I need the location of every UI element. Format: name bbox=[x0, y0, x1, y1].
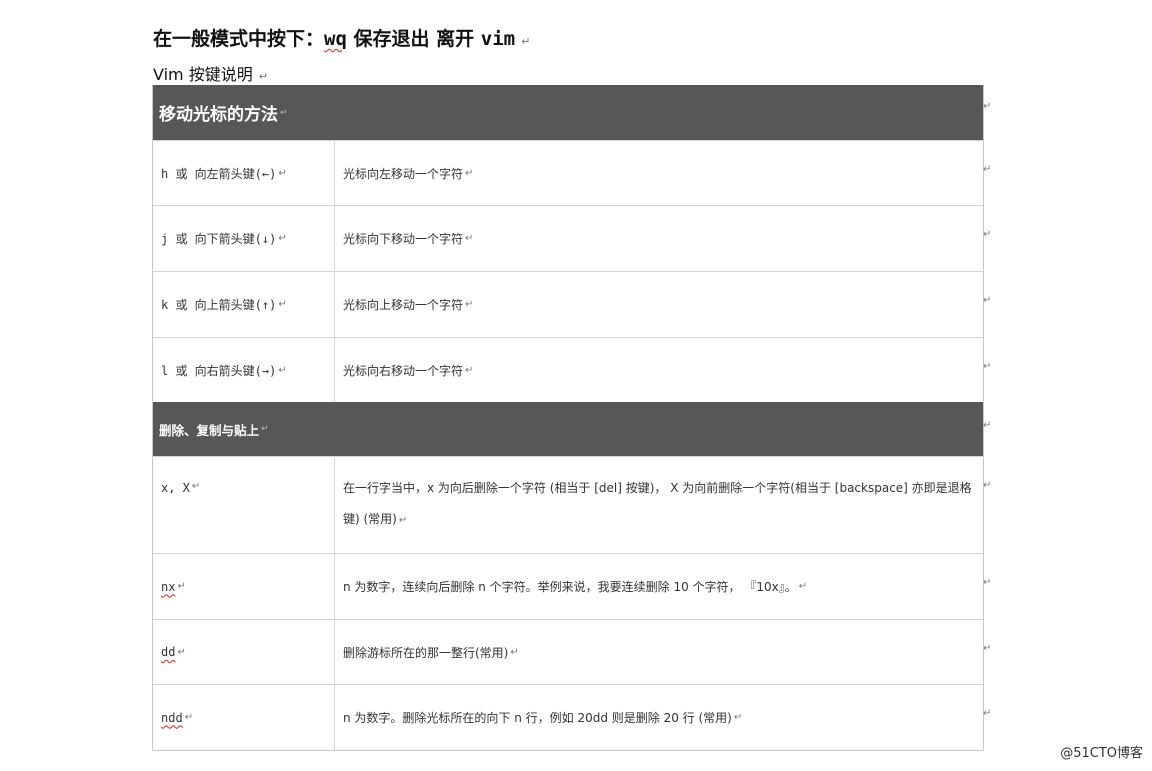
description-cell: 在一行字当中，x 为向后删除一个字符 (相当于 [del] 按键)， X 为向前… bbox=[335, 457, 983, 553]
key-cell: ndd ↵ bbox=[153, 685, 335, 750]
description-text: n 为数字，连续向后删除 n 个字符。举例来说，我要连续删除 10 个字符， 『… bbox=[343, 580, 797, 594]
section-title: 移动光标的方法 bbox=[159, 105, 278, 125]
paragraph-mark-icon: ↵ bbox=[733, 712, 743, 723]
table-row: nx ↵ n 为数字，连续向后删除 n 个字符。举例来说，我要连续删除 10 个字… bbox=[153, 553, 983, 619]
paragraph-mark-icon: ↵ bbox=[278, 167, 287, 179]
section-title: 删除、复制与贴上 bbox=[159, 422, 260, 438]
watermark: @51CTO博客 bbox=[1060, 746, 1143, 761]
key-text: j 或 向下箭头键(↓) bbox=[161, 232, 277, 246]
description-cell: n 为数字，连续向后删除 n 个字符。举例来说，我要连续删除 10 个字符， 『… bbox=[335, 554, 983, 619]
row-end-mark-icon: ↵ bbox=[983, 295, 992, 306]
description-text: 光标向左移动一个字符 bbox=[343, 166, 464, 181]
paragraph-mark-icon: ↵ bbox=[278, 233, 287, 244]
table-row: k 或 向上箭头键(↑) ↵ 光标向上移动一个字符 ↵ bbox=[153, 271, 983, 337]
paragraph-mark-icon: ↵ bbox=[510, 646, 519, 658]
description-text: 光标向右移动一个字符 bbox=[343, 363, 464, 378]
row-end-mark-icon: ↵ bbox=[983, 164, 992, 175]
paragraph-mark-icon: ↵ bbox=[278, 364, 287, 376]
heading-prefix: 在一般模式中按下： bbox=[153, 28, 325, 50]
heading-middle: 保存退出 离开 bbox=[346, 28, 481, 50]
paragraph-mark-icon: ↵ bbox=[261, 424, 269, 434]
section-header-delete-copy-paste: 删除、复制与贴上 ↵ bbox=[153, 402, 983, 456]
table-row: x, X ↵ 在一行字当中，x 为向后删除一个字符 (相当于 [del] 按键)，… bbox=[153, 456, 983, 553]
key-text: dd bbox=[161, 645, 176, 659]
key-text: k 或 向上箭头键(↑) bbox=[161, 298, 277, 312]
row-end-mark-icon: ↵ bbox=[983, 229, 992, 240]
key-cell: dd ↵ bbox=[153, 620, 335, 684]
description-cell: 光标向下移动一个字符 ↵ bbox=[335, 206, 983, 271]
description-text: 光标向上移动一个字符 bbox=[343, 298, 464, 312]
paragraph-mark-icon: ↵ bbox=[465, 233, 474, 244]
description-cell: 删除游标所在的那一整行(常用) ↵ bbox=[335, 620, 983, 684]
row-end-mark-icon: ↵ bbox=[983, 577, 992, 588]
document-subheading: Vim 按键说明 ↵ bbox=[153, 61, 268, 85]
key-text: ndd bbox=[161, 710, 183, 725]
heading-wq-command: wq bbox=[324, 28, 347, 50]
subheading-text: Vim 按键说明 bbox=[153, 65, 253, 84]
paragraph-mark-icon: ↵ bbox=[798, 581, 808, 592]
table-row: dd ↵ 删除游标所在的那一整行(常用) ↵ bbox=[153, 619, 983, 684]
key-cell: l 或 向右箭头键(→) ↵ bbox=[153, 338, 335, 402]
paragraph-mark-icon: ↵ bbox=[465, 299, 474, 310]
row-end-mark-icon: ↵ bbox=[983, 480, 992, 491]
key-cell: nx ↵ bbox=[153, 554, 335, 619]
table-row: l 或 向右箭头键(→) ↵ 光标向右移动一个字符 ↵ bbox=[153, 337, 983, 402]
heading-vim: vim bbox=[480, 28, 516, 50]
paragraph-mark-icon: ↵ bbox=[521, 35, 531, 48]
paragraph-mark-icon: ↵ bbox=[465, 167, 474, 179]
paragraph-mark-icon: ↵ bbox=[177, 581, 186, 592]
paragraph-mark-icon: ↵ bbox=[184, 712, 194, 723]
paragraph-mark-icon: ↵ bbox=[278, 299, 287, 310]
table-row: h 或 向左箭头键(←) ↵ 光标向左移动一个字符 ↵ bbox=[153, 140, 983, 205]
description-text: 在一行字当中，x 为向后删除一个字符 (相当于 [del] 按键)， X 为向前… bbox=[343, 481, 972, 526]
key-text: nx bbox=[161, 579, 176, 594]
table-row: j 或 向下箭头键(↓) ↵ 光标向下移动一个字符 ↵ bbox=[153, 205, 983, 271]
key-text: h 或 向左箭头键(←) bbox=[161, 166, 277, 181]
paragraph-mark-icon: ↵ bbox=[398, 515, 408, 526]
row-end-mark-icon: ↵ bbox=[983, 420, 992, 431]
paragraph-mark-icon: ↵ bbox=[191, 481, 201, 492]
description-cell: 光标向左移动一个字符 ↵ bbox=[335, 141, 983, 205]
key-cell: h 或 向左箭头键(←) ↵ bbox=[153, 141, 335, 205]
row-end-mark-icon: ↵ bbox=[983, 361, 992, 372]
key-text: x, X bbox=[161, 481, 190, 495]
description-text: 光标向下移动一个字符 bbox=[343, 232, 464, 246]
key-cell: x, X ↵ bbox=[153, 457, 335, 553]
paragraph-mark-icon: ↵ bbox=[177, 646, 186, 658]
row-end-mark-icon: ↵ bbox=[983, 708, 992, 719]
row-end-mark-icon: ↵ bbox=[983, 101, 992, 112]
document-heading: 在一般模式中按下：wq 保存退出 离开 vim ↵ bbox=[153, 24, 530, 51]
description-text: n 为数字。删除光标所在的向下 n 行，例如 20dd 则是删除 20 行 (常… bbox=[343, 711, 732, 725]
paragraph-mark-icon: ↵ bbox=[280, 107, 288, 118]
key-text: l 或 向右箭头键(→) bbox=[161, 363, 277, 378]
row-end-mark-icon: ↵ bbox=[983, 643, 992, 654]
paragraph-mark-icon: ↵ bbox=[258, 70, 268, 83]
paragraph-mark-icon: ↵ bbox=[465, 364, 474, 376]
section-header-cursor-movement: 移动光标的方法 ↵ bbox=[153, 85, 983, 140]
vim-keys-table: 移动光标的方法 ↵ h 或 向左箭头键(←) ↵ 光标向左移动一个字符 ↵ j 或 向… bbox=[152, 85, 984, 751]
table-row: ndd ↵ n 为数字。删除光标所在的向下 n 行，例如 20dd 则是删除 20… bbox=[153, 684, 983, 750]
description-cell: 光标向上移动一个字符 ↵ bbox=[335, 272, 983, 337]
description-text: 删除游标所在的那一整行(常用) bbox=[343, 645, 509, 660]
key-cell: j 或 向下箭头键(↓) ↵ bbox=[153, 206, 335, 271]
description-cell: 光标向右移动一个字符 ↵ bbox=[335, 338, 983, 402]
description-cell: n 为数字。删除光标所在的向下 n 行，例如 20dd 则是删除 20 行 (常… bbox=[335, 685, 983, 750]
key-cell: k 或 向上箭头键(↑) ↵ bbox=[153, 272, 335, 337]
